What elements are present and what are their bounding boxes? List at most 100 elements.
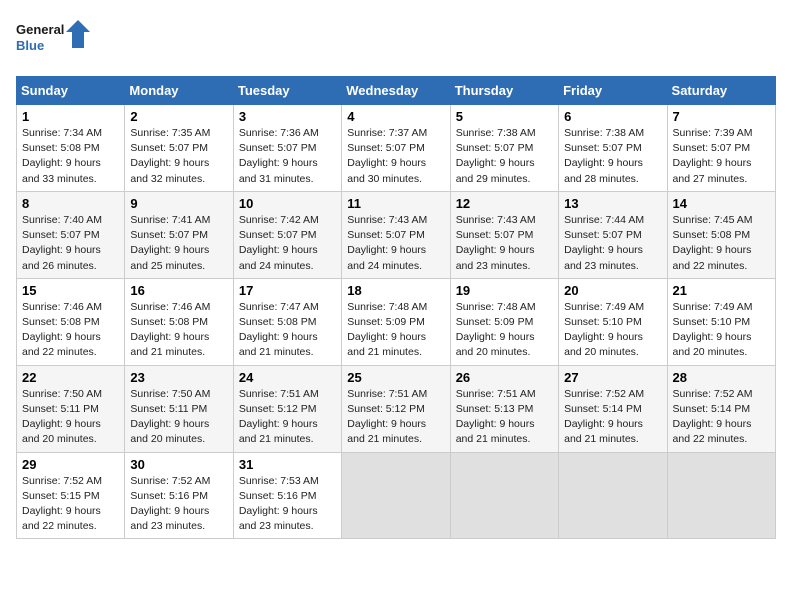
day-info: Sunrise: 7:48 AM Sunset: 5:09 PM Dayligh… — [456, 300, 553, 361]
weekday-header: Friday — [559, 77, 667, 105]
calendar-day-cell: 3 Sunrise: 7:36 AM Sunset: 5:07 PM Dayli… — [233, 105, 341, 192]
calendar-day-cell: 24 Sunrise: 7:51 AM Sunset: 5:12 PM Dayl… — [233, 365, 341, 452]
day-number: 5 — [456, 109, 553, 124]
logo: General Blue — [16, 16, 96, 64]
day-number: 4 — [347, 109, 444, 124]
calendar-day-cell: 22 Sunrise: 7:50 AM Sunset: 5:11 PM Dayl… — [17, 365, 125, 452]
calendar-day-cell: 14 Sunrise: 7:45 AM Sunset: 5:08 PM Dayl… — [667, 191, 775, 278]
svg-text:General: General — [16, 22, 64, 37]
day-info: Sunrise: 7:38 AM Sunset: 5:07 PM Dayligh… — [456, 126, 553, 187]
calendar-day-cell: 12 Sunrise: 7:43 AM Sunset: 5:07 PM Dayl… — [450, 191, 558, 278]
calendar-week-row: 22 Sunrise: 7:50 AM Sunset: 5:11 PM Dayl… — [17, 365, 776, 452]
calendar-day-cell: 23 Sunrise: 7:50 AM Sunset: 5:11 PM Dayl… — [125, 365, 233, 452]
day-number: 9 — [130, 196, 227, 211]
calendar-day-cell: 4 Sunrise: 7:37 AM Sunset: 5:07 PM Dayli… — [342, 105, 450, 192]
weekday-header: Saturday — [667, 77, 775, 105]
calendar-day-cell: 1 Sunrise: 7:34 AM Sunset: 5:08 PM Dayli… — [17, 105, 125, 192]
day-info: Sunrise: 7:51 AM Sunset: 5:13 PM Dayligh… — [456, 387, 553, 448]
day-info: Sunrise: 7:40 AM Sunset: 5:07 PM Dayligh… — [22, 213, 119, 274]
calendar-day-cell: 7 Sunrise: 7:39 AM Sunset: 5:07 PM Dayli… — [667, 105, 775, 192]
day-number: 23 — [130, 370, 227, 385]
day-number: 12 — [456, 196, 553, 211]
day-info: Sunrise: 7:46 AM Sunset: 5:08 PM Dayligh… — [130, 300, 227, 361]
day-number: 17 — [239, 283, 336, 298]
page-header: General Blue — [16, 16, 776, 64]
day-number: 24 — [239, 370, 336, 385]
day-number: 31 — [239, 457, 336, 472]
day-info: Sunrise: 7:43 AM Sunset: 5:07 PM Dayligh… — [456, 213, 553, 274]
day-number: 2 — [130, 109, 227, 124]
calendar-day-cell: 11 Sunrise: 7:43 AM Sunset: 5:07 PM Dayl… — [342, 191, 450, 278]
calendar-day-cell: 26 Sunrise: 7:51 AM Sunset: 5:13 PM Dayl… — [450, 365, 558, 452]
day-number: 22 — [22, 370, 119, 385]
day-number: 1 — [22, 109, 119, 124]
day-info: Sunrise: 7:49 AM Sunset: 5:10 PM Dayligh… — [564, 300, 661, 361]
calendar-day-cell: 13 Sunrise: 7:44 AM Sunset: 5:07 PM Dayl… — [559, 191, 667, 278]
day-number: 11 — [347, 196, 444, 211]
weekday-header: Wednesday — [342, 77, 450, 105]
day-number: 18 — [347, 283, 444, 298]
calendar-day-cell: 5 Sunrise: 7:38 AM Sunset: 5:07 PM Dayli… — [450, 105, 558, 192]
day-info: Sunrise: 7:52 AM Sunset: 5:14 PM Dayligh… — [673, 387, 770, 448]
calendar-day-cell — [559, 452, 667, 539]
calendar-day-cell: 19 Sunrise: 7:48 AM Sunset: 5:09 PM Dayl… — [450, 278, 558, 365]
day-info: Sunrise: 7:34 AM Sunset: 5:08 PM Dayligh… — [22, 126, 119, 187]
day-number: 27 — [564, 370, 661, 385]
weekday-header: Sunday — [17, 77, 125, 105]
day-info: Sunrise: 7:45 AM Sunset: 5:08 PM Dayligh… — [673, 213, 770, 274]
day-number: 13 — [564, 196, 661, 211]
weekday-header: Tuesday — [233, 77, 341, 105]
svg-text:Blue: Blue — [16, 38, 44, 53]
day-number: 8 — [22, 196, 119, 211]
day-info: Sunrise: 7:44 AM Sunset: 5:07 PM Dayligh… — [564, 213, 661, 274]
day-info: Sunrise: 7:37 AM Sunset: 5:07 PM Dayligh… — [347, 126, 444, 187]
day-info: Sunrise: 7:52 AM Sunset: 5:15 PM Dayligh… — [22, 474, 119, 535]
day-number: 25 — [347, 370, 444, 385]
calendar-day-cell: 9 Sunrise: 7:41 AM Sunset: 5:07 PM Dayli… — [125, 191, 233, 278]
day-info: Sunrise: 7:51 AM Sunset: 5:12 PM Dayligh… — [239, 387, 336, 448]
calendar-week-row: 29 Sunrise: 7:52 AM Sunset: 5:15 PM Dayl… — [17, 452, 776, 539]
calendar-day-cell: 8 Sunrise: 7:40 AM Sunset: 5:07 PM Dayli… — [17, 191, 125, 278]
day-number: 20 — [564, 283, 661, 298]
calendar-day-cell: 30 Sunrise: 7:52 AM Sunset: 5:16 PM Dayl… — [125, 452, 233, 539]
day-info: Sunrise: 7:36 AM Sunset: 5:07 PM Dayligh… — [239, 126, 336, 187]
calendar-week-row: 8 Sunrise: 7:40 AM Sunset: 5:07 PM Dayli… — [17, 191, 776, 278]
day-info: Sunrise: 7:53 AM Sunset: 5:16 PM Dayligh… — [239, 474, 336, 535]
calendar-day-cell: 16 Sunrise: 7:46 AM Sunset: 5:08 PM Dayl… — [125, 278, 233, 365]
calendar-day-cell: 20 Sunrise: 7:49 AM Sunset: 5:10 PM Dayl… — [559, 278, 667, 365]
day-info: Sunrise: 7:43 AM Sunset: 5:07 PM Dayligh… — [347, 213, 444, 274]
day-info: Sunrise: 7:46 AM Sunset: 5:08 PM Dayligh… — [22, 300, 119, 361]
calendar-day-cell — [667, 452, 775, 539]
day-number: 16 — [130, 283, 227, 298]
calendar-day-cell: 29 Sunrise: 7:52 AM Sunset: 5:15 PM Dayl… — [17, 452, 125, 539]
day-info: Sunrise: 7:39 AM Sunset: 5:07 PM Dayligh… — [673, 126, 770, 187]
day-number: 28 — [673, 370, 770, 385]
calendar-day-cell: 10 Sunrise: 7:42 AM Sunset: 5:07 PM Dayl… — [233, 191, 341, 278]
calendar-week-row: 15 Sunrise: 7:46 AM Sunset: 5:08 PM Dayl… — [17, 278, 776, 365]
day-info: Sunrise: 7:41 AM Sunset: 5:07 PM Dayligh… — [130, 213, 227, 274]
calendar-day-cell: 15 Sunrise: 7:46 AM Sunset: 5:08 PM Dayl… — [17, 278, 125, 365]
calendar-day-cell: 27 Sunrise: 7:52 AM Sunset: 5:14 PM Dayl… — [559, 365, 667, 452]
calendar-day-cell: 2 Sunrise: 7:35 AM Sunset: 5:07 PM Dayli… — [125, 105, 233, 192]
day-number: 29 — [22, 457, 119, 472]
day-number: 7 — [673, 109, 770, 124]
day-info: Sunrise: 7:49 AM Sunset: 5:10 PM Dayligh… — [673, 300, 770, 361]
day-info: Sunrise: 7:47 AM Sunset: 5:08 PM Dayligh… — [239, 300, 336, 361]
day-info: Sunrise: 7:35 AM Sunset: 5:07 PM Dayligh… — [130, 126, 227, 187]
calendar-day-cell: 17 Sunrise: 7:47 AM Sunset: 5:08 PM Dayl… — [233, 278, 341, 365]
calendar-week-row: 1 Sunrise: 7:34 AM Sunset: 5:08 PM Dayli… — [17, 105, 776, 192]
day-info: Sunrise: 7:50 AM Sunset: 5:11 PM Dayligh… — [22, 387, 119, 448]
calendar-day-cell: 28 Sunrise: 7:52 AM Sunset: 5:14 PM Dayl… — [667, 365, 775, 452]
day-number: 21 — [673, 283, 770, 298]
day-number: 26 — [456, 370, 553, 385]
calendar-day-cell: 18 Sunrise: 7:48 AM Sunset: 5:09 PM Dayl… — [342, 278, 450, 365]
day-info: Sunrise: 7:52 AM Sunset: 5:14 PM Dayligh… — [564, 387, 661, 448]
weekday-header: Thursday — [450, 77, 558, 105]
day-info: Sunrise: 7:48 AM Sunset: 5:09 PM Dayligh… — [347, 300, 444, 361]
day-number: 3 — [239, 109, 336, 124]
calendar-day-cell — [450, 452, 558, 539]
day-number: 15 — [22, 283, 119, 298]
day-number: 19 — [456, 283, 553, 298]
day-number: 14 — [673, 196, 770, 211]
day-number: 6 — [564, 109, 661, 124]
